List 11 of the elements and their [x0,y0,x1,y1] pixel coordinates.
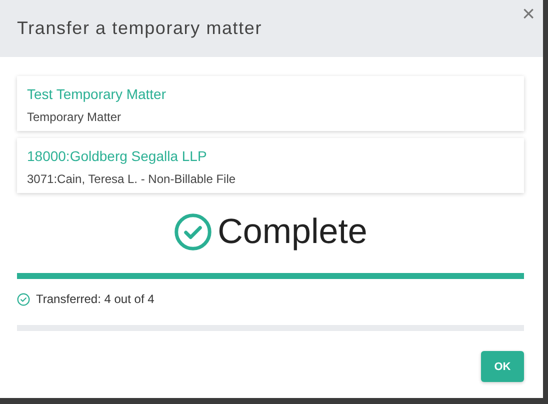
check-circle-icon [17,292,30,306]
status-heading: Complete [218,212,368,252]
matter-link[interactable]: 18000:Goldberg Segalla LLP [27,148,207,164]
check-circle-icon [174,213,212,251]
matter-link[interactable]: Test Temporary Matter [27,86,166,102]
transfer-count: Transferred: 4 out of 4 [36,292,154,306]
dialog-title: Transfer a temporary matter [17,18,262,39]
ok-button[interactable]: OK [481,351,524,382]
close-button[interactable]: × [520,2,537,26]
matter-subtitle: Temporary Matter [27,110,122,124]
matter-subtitle: 3071:Cain, Teresa L. - Non-Billable File [27,172,236,186]
